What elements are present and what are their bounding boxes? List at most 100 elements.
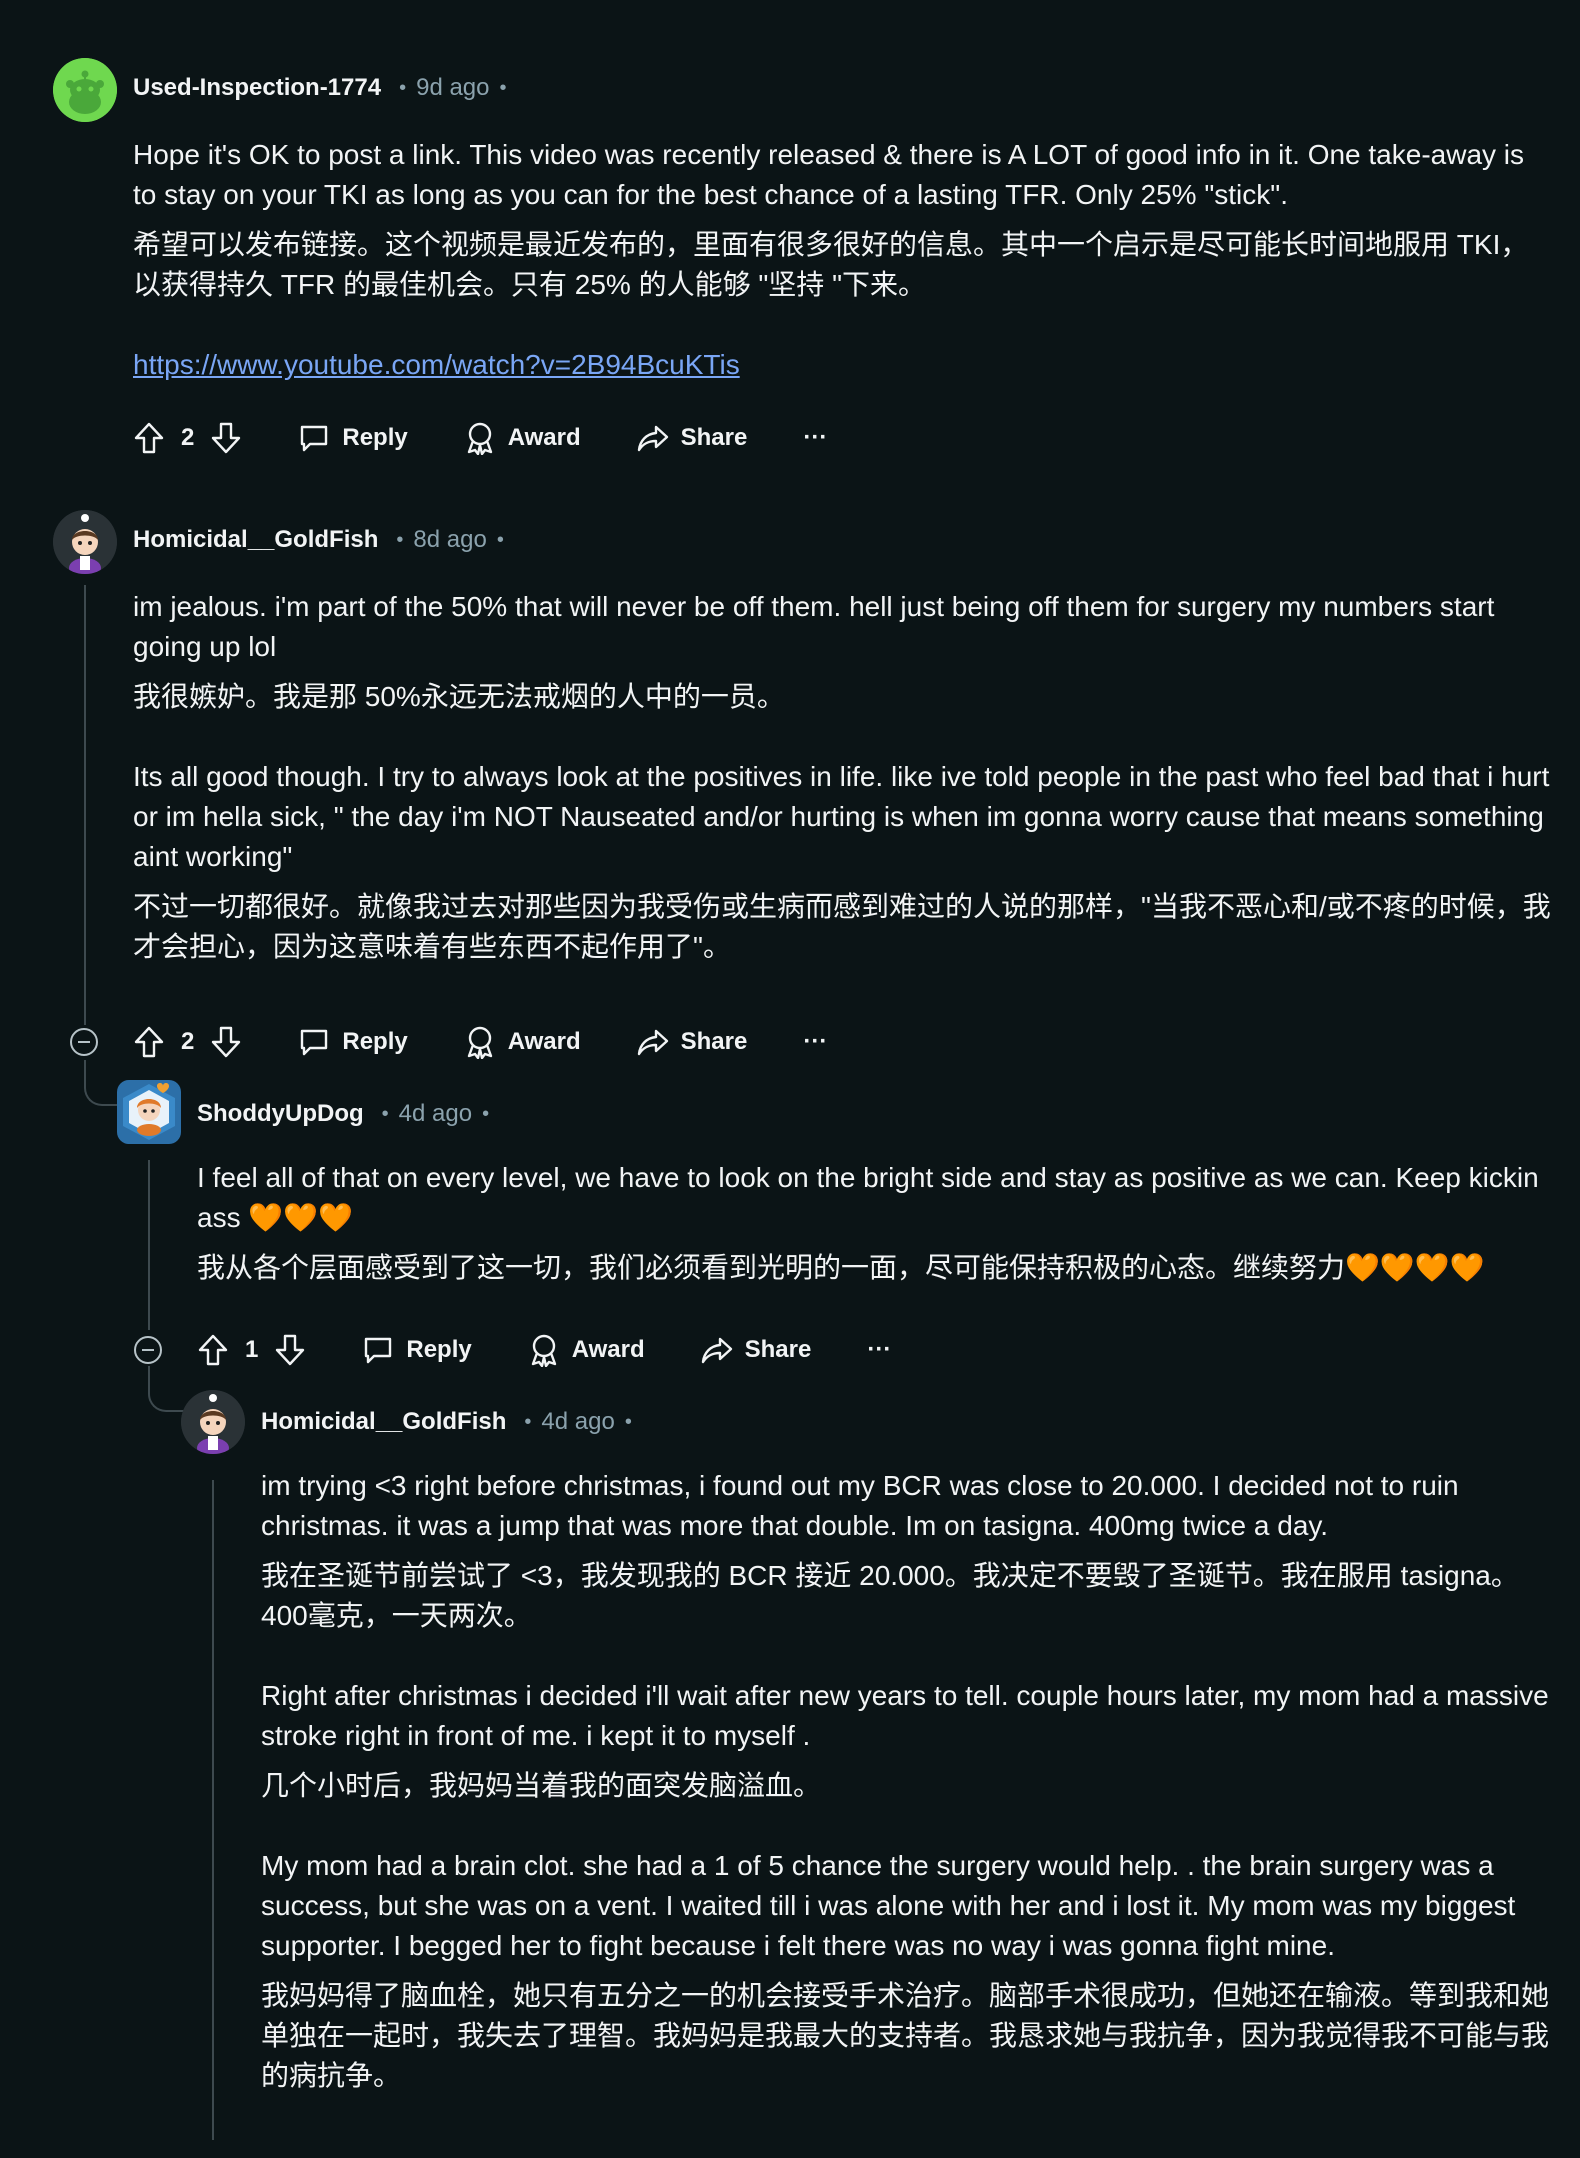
thread-line (84, 585, 86, 1025)
separator-dot: • (524, 1410, 532, 1433)
comment-text-zh: 几个小时后，我妈妈当着我的面突发脑溢血。 (261, 1770, 822, 1801)
more-options-label: ··· (867, 1336, 892, 1363)
snoo-avatar-icon (53, 58, 117, 122)
share-label: Share (744, 1336, 812, 1363)
upvote-icon (198, 1334, 228, 1366)
vote-count: 2 (181, 1028, 195, 1055)
vote-count: 2 (181, 424, 195, 451)
separator-dot: • (496, 528, 504, 551)
comment-text-en: My mom had a brain clot. she had a 1 of … (261, 1850, 1516, 1961)
user-avatar-icon (53, 510, 117, 574)
more-options-button[interactable]: ··· (803, 424, 827, 452)
chat-bubble-icon (301, 425, 328, 452)
thread-connector (148, 1366, 186, 1412)
thread-line (148, 1160, 150, 1330)
comment-author[interactable]: ShoddyUpDog (197, 1100, 364, 1128)
avatar[interactable] (181, 1390, 245, 1454)
comment-text-zh: 我妈妈得了脑血栓，她只有五分之一的机会接受手术治疗。脑部手术很成功，但她还在输液… (261, 1980, 1550, 2091)
comment-text-zh: 我在圣诞节前尝试了 <3，我发现我的 BCR 接近 20.000。我决定不要毁了… (261, 1560, 1519, 1631)
comment-timestamp[interactable]: 8d ago (413, 526, 486, 554)
comment-actions: 2 Reply Award Share ··· (133, 1022, 827, 1062)
reply-label: Reply (342, 424, 408, 451)
comment-text-zh: 我从各个层面感受到了这一切，我们必须看到光明的一面，尽可能保持积极的心态。继续努… (197, 1252, 1485, 1283)
downvote-button[interactable] (274, 1333, 306, 1367)
downvote-button[interactable] (210, 1025, 242, 1059)
more-options-button[interactable]: ··· (867, 1336, 891, 1364)
reply-button[interactable]: Reply (298, 1026, 408, 1058)
upvote-icon (134, 422, 164, 454)
comment-actions: 2 Reply Award Share ··· (133, 418, 827, 458)
more-options-button[interactable]: ··· (803, 1028, 827, 1056)
more-options-label: ··· (803, 424, 828, 451)
award-icon (531, 1334, 556, 1367)
award-icon (467, 1026, 492, 1059)
award-button[interactable]: Award (464, 1025, 581, 1059)
share-icon (637, 1029, 668, 1056)
user-avatar-icon (181, 1390, 245, 1454)
comment-text-en: im jealous. i'm part of the 50% that wil… (133, 591, 1495, 662)
share-label: Share (680, 1028, 748, 1055)
separator-dot: • (482, 1102, 490, 1125)
chat-bubble-icon (301, 1029, 328, 1056)
reply-label: Reply (406, 1336, 472, 1363)
comment-body: im jealous. i'm part of the 50% that wil… (133, 587, 1553, 967)
share-icon (637, 425, 668, 452)
upvote-button[interactable] (133, 1025, 165, 1059)
award-label: Award (507, 1028, 581, 1055)
comment-body: I feel all of that on every level, we ha… (197, 1158, 1553, 1288)
avatar[interactable] (117, 1080, 181, 1144)
upvote-button[interactable] (133, 421, 165, 455)
separator-dot: • (399, 76, 407, 99)
upvote-button[interactable] (197, 1333, 229, 1367)
comment-author[interactable]: Homicidal__GoldFish (261, 1408, 506, 1436)
chat-bubble-icon (365, 1337, 392, 1364)
separator-dot: • (624, 1410, 632, 1433)
separator-dot: • (396, 528, 404, 551)
reply-button[interactable]: Reply (362, 1334, 472, 1366)
comment-text-zh: 希望可以发布链接。这个视频是最近发布的，里面有很多很好的信息。其中一个启示是尽可… (133, 229, 1529, 300)
reply-button[interactable]: Reply (298, 422, 408, 454)
comment-text-zh: 我很嫉妒。我是那 50%永远无法戒烟的人中的一员。 (133, 681, 785, 712)
share-label: Share (680, 424, 748, 451)
share-button[interactable]: Share (637, 422, 748, 454)
comment-text-en: I feel all of that on every level, we ha… (197, 1162, 1539, 1233)
award-label: Award (507, 424, 581, 451)
vote-count: 1 (245, 1336, 259, 1363)
collapse-thread-button[interactable] (134, 1336, 162, 1364)
award-label: Award (571, 1336, 645, 1363)
comment-text-en: im trying <3 right before christmas, i f… (261, 1470, 1459, 1541)
avatar[interactable] (53, 510, 117, 574)
share-icon (701, 1337, 732, 1364)
comment-timestamp[interactable]: 4d ago (541, 1408, 614, 1436)
downvote-button[interactable] (210, 421, 242, 455)
thread-line (212, 1480, 214, 2140)
upvote-icon (134, 1026, 164, 1058)
reply-label: Reply (342, 1028, 408, 1055)
comment-text-zh: 不过一切都很好。就像我过去对那些因为我受伤或生病而感到难过的人说的那样，"当我不… (133, 891, 1551, 962)
comment-body: Hope it's OK to post a link. This video … (133, 135, 1553, 385)
video-link[interactable]: https://www.youtube.com/watch?v=2B94BcuK… (133, 349, 740, 380)
award-button[interactable]: Award (464, 421, 581, 455)
comment-body: im trying <3 right before christmas, i f… (261, 1466, 1553, 2096)
more-options-label: ··· (803, 1028, 828, 1055)
comment-timestamp[interactable]: 4d ago (399, 1100, 472, 1128)
award-icon (467, 422, 492, 455)
comment-text-en: Its all good though. I try to always loo… (133, 761, 1550, 872)
user-avatar-icon (123, 1083, 175, 1140)
award-button[interactable]: Award (528, 1333, 645, 1367)
collapse-thread-button[interactable] (70, 1028, 98, 1056)
share-button[interactable]: Share (701, 1334, 812, 1366)
avatar[interactable] (53, 58, 117, 122)
comment-timestamp[interactable]: 9d ago (416, 74, 489, 102)
downvote-icon (212, 1026, 241, 1058)
comment-author[interactable]: Homicidal__GoldFish (133, 526, 378, 554)
comment-author[interactable]: Used-Inspection-1774 (133, 74, 381, 102)
separator-dot: • (381, 1102, 389, 1125)
comment-text-en: Right after christmas i decided i'll wai… (261, 1680, 1549, 1751)
separator-dot: • (499, 76, 507, 99)
share-button[interactable]: Share (637, 1026, 748, 1058)
comment-text-en: Hope it's OK to post a link. This video … (133, 139, 1525, 210)
downvote-icon (276, 1334, 305, 1366)
downvote-icon (212, 422, 241, 454)
comment-actions: 1 Reply Award Share ··· (197, 1330, 891, 1370)
